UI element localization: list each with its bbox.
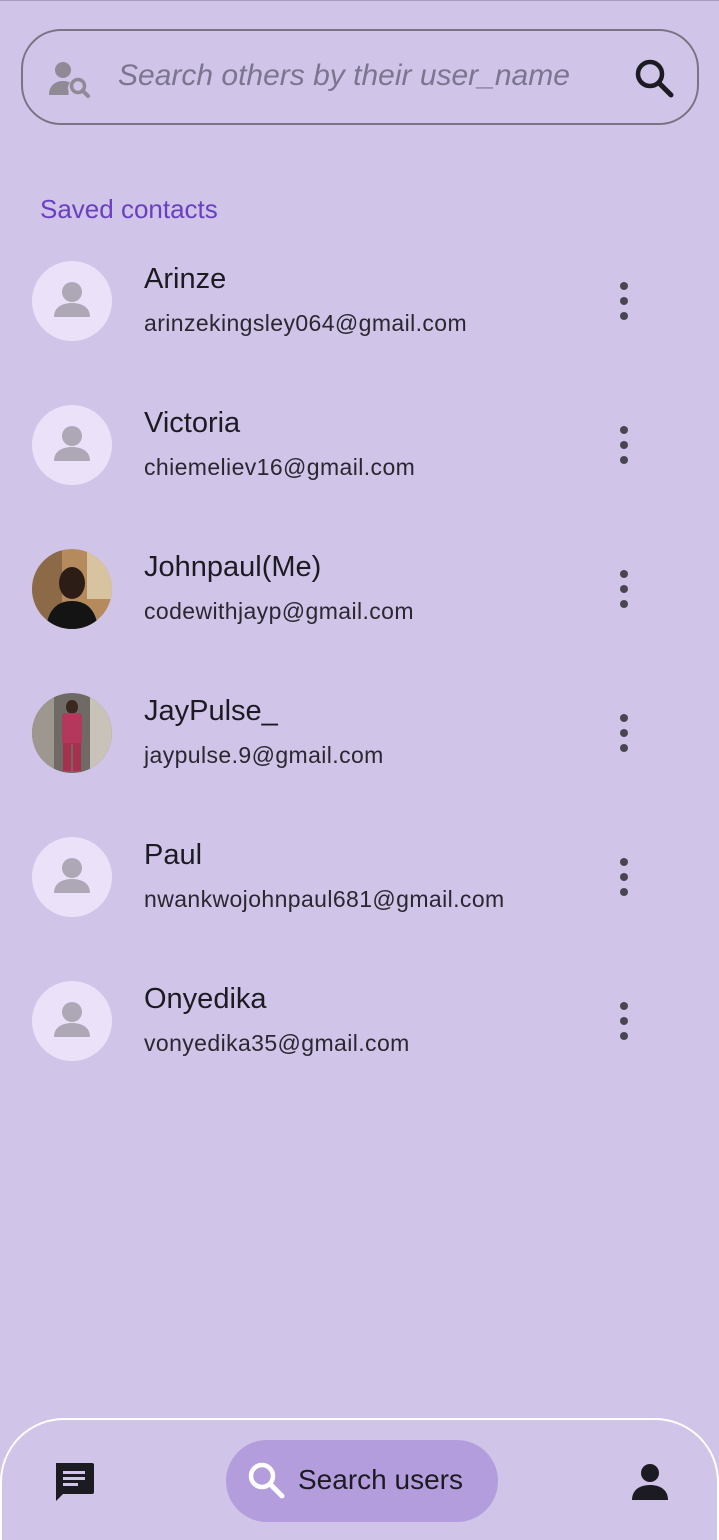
contact-name: JayPulse_ [144,695,278,727]
person-icon[interactable] [628,1460,672,1504]
search-input[interactable]: Search others by their user_name [118,59,570,93]
contact-email: vonyedika35@gmail.com [144,1030,410,1056]
avatar [32,261,112,341]
avatar [32,405,112,485]
person-search-icon [47,59,91,99]
contact-email: codewithjayp@gmail.com [144,598,414,624]
avatar-photo [32,693,112,773]
contact-list-item[interactable]: Paul nwankwojohnpaul681@gmail.com [0,816,719,960]
default-person-icon [54,1002,90,1037]
contact-name: Onyedika [144,983,267,1015]
more-vert-icon[interactable] [604,420,644,470]
search-users-label: Search users [298,1464,463,1495]
more-vert-icon[interactable] [604,996,644,1046]
contact-name: Arinze [144,263,227,295]
contact-list-item[interactable]: Johnpaul(Me) codewithjayp@gmail.com [0,528,719,672]
contact-email: nwankwojohnpaul681@gmail.com [144,886,505,912]
search-icon[interactable] [632,56,676,100]
chat-icon[interactable] [52,1460,96,1504]
top-divider [0,0,719,1]
more-vert-icon[interactable] [604,276,644,326]
avatar [32,981,112,1061]
section-title: Saved contacts [40,194,218,224]
contact-list-item[interactable]: JayPulse_ jaypulse.9@gmail.com [0,672,719,816]
default-person-icon [54,282,90,317]
contact-name: Victoria [144,407,241,439]
contact-email: chiemeliev16@gmail.com [144,454,416,480]
bottom-navigation-bar: Search users [0,1418,719,1540]
default-person-icon [54,858,90,893]
contact-name: Paul [144,839,203,871]
search-bar[interactable]: Search others by their user_name [21,29,699,125]
search-icon [246,1460,286,1500]
contact-list-item[interactable]: Arinze arinzekingsley064@gmail.com [0,240,719,384]
contact-name: Johnpaul(Me) [144,551,322,583]
contact-email: arinzekingsley064@gmail.com [144,310,468,336]
contact-list-item[interactable]: Victoria chiemeliev16@gmail.com [0,384,719,528]
more-vert-icon[interactable] [604,852,644,902]
more-vert-icon[interactable] [604,708,644,758]
more-vert-icon[interactable] [604,564,644,614]
contact-email: jaypulse.9@gmail.com [144,742,384,768]
avatar [32,837,112,917]
app-screen: Search others by their user_name Saved c… [0,0,719,1540]
default-person-icon [54,426,90,461]
avatar-photo [32,549,112,629]
search-users-nav-button[interactable]: Search users [226,1440,498,1522]
contact-list-item[interactable]: Onyedika vonyedika35@gmail.com [0,960,719,1104]
